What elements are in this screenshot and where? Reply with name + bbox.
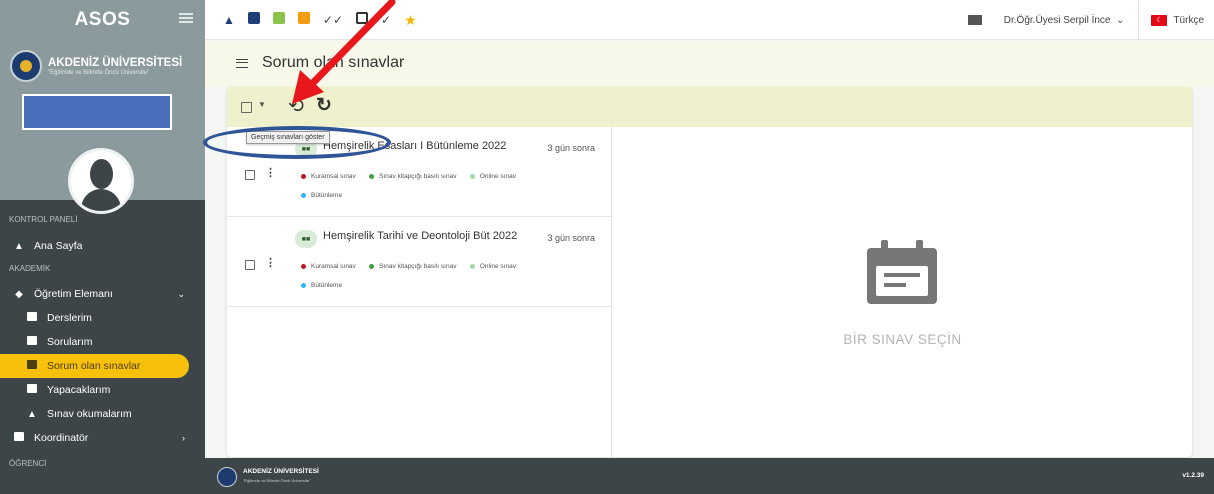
sidebar-item-exam-readings[interactable]: ▲ Sınav okumalarım <box>0 402 205 426</box>
calendar-icon <box>867 240 937 304</box>
section-control-panel: KONTROL PANELİ <box>9 215 78 224</box>
university-name: AKDENİZ ÜNİVERSİTESİ <box>48 56 183 69</box>
annotation-arrow-icon <box>292 0 396 104</box>
sidebar-item-label: Sorum olan sınavlar <box>47 360 141 372</box>
exam-tags: Kuramsal sınav Sınav kitapçığı basılı sı… <box>301 168 601 183</box>
exam-title[interactable]: Hemşirelik Tarihi ve Deontoloji Büt 2022 <box>323 230 517 242</box>
more-options-icon[interactable]: ⋮ <box>265 167 276 179</box>
question-icon <box>26 336 38 348</box>
menu-toggle-icon[interactable] <box>179 13 193 23</box>
exam-checkbox[interactable] <box>245 170 255 180</box>
sidebar-item-label: Sınav okumalarım <box>47 408 132 420</box>
chevron-right-icon: › <box>182 433 185 443</box>
tag-printed: Sınav kitapçığı basılı sınav <box>369 171 456 183</box>
sidebar-header: ASOS <box>0 0 205 40</box>
clipboard-icon <box>26 360 38 372</box>
bell-icon: ▲ <box>27 408 37 420</box>
empty-state-text: BİR SINAV SEÇİN <box>843 332 962 347</box>
tag-makeup: Bütünleme <box>301 190 342 202</box>
footer-logo-icon <box>217 467 237 487</box>
exam-date: 3 gün sonra <box>547 143 595 153</box>
check-square-icon <box>26 384 38 396</box>
tag-theoretical: Kuramsal sınav <box>301 171 356 183</box>
mail-icon[interactable] <box>967 15 982 25</box>
profile-panel: AKDENİZ ÜNİVERSİTESİ "Eğitimde ve Bilimd… <box>0 40 205 214</box>
tag-online: Online sınav <box>469 261 516 273</box>
footer: AKDENİZ ÜNİVERSİTESİ "Eğitimde ve Bilimd… <box>205 458 1214 494</box>
tag-theoretical: Kuramsal sınav <box>301 261 356 273</box>
sidebar-item-label: Sorularım <box>47 336 93 348</box>
university-logo-block: AKDENİZ ÜNİVERSİTESİ "Eğitimde ve Bilimd… <box>10 50 182 82</box>
exam-list: ■■ Hemşirelik Esasları I Bütünleme 2022 … <box>227 127 612 457</box>
exam-date: 3 gün sonra <box>547 233 595 243</box>
exam-type-icon: ■■ <box>295 230 317 248</box>
list-item[interactable]: ■■ Hemşirelik Tarihi ve Deontoloji Büt 2… <box>227 217 611 307</box>
sidebar-item-coordinator[interactable]: Koordinatör › <box>0 426 205 450</box>
footer-university-name: AKDENİZ ÜNİVERSİTESİ <box>243 468 319 475</box>
tag-online: Online sınav <box>469 171 516 183</box>
graduation-cap-icon: ◆ <box>15 288 23 300</box>
select-all-checkbox[interactable] <box>241 102 252 113</box>
exam-checkbox[interactable] <box>245 260 255 270</box>
sidebar-item-label: Koordinatör <box>34 432 89 444</box>
sidebar-item-faculty[interactable]: ◆ Öğretim Elemanı ⌄ <box>0 282 205 306</box>
university-slogan: "Eğitimde ve Bilimde Öncü Üniversite" <box>48 69 150 76</box>
sidebar-item-questions[interactable]: Sorularım <box>0 330 205 354</box>
version-label: v1.2.39 <box>1182 472 1204 479</box>
courses-icon[interactable] <box>247 12 260 27</box>
chevron-down-icon: ⌄ <box>177 288 185 299</box>
sidebar-item-todo[interactable]: Yapacaklarım <box>0 378 205 402</box>
exam-tags: Kuramsal sınav Sınav kitapçığı basılı sı… <box>301 258 601 273</box>
exam-detail-panel: BİR SINAV SEÇİN <box>613 127 1192 457</box>
tag-makeup: Bütünleme <box>301 280 342 292</box>
avatar[interactable] <box>68 148 134 214</box>
sidebar-item-label: Öğretim Elemanı <box>34 288 113 300</box>
select-dropdown-icon[interactable]: ▼ <box>258 100 266 109</box>
user-menu[interactable]: Dr.Öğr.Üyesi Serpil İnce ⌄ <box>1004 15 1125 26</box>
star-icon[interactable]: ★ <box>404 13 417 27</box>
home-icon: ▲ <box>14 240 24 252</box>
sidebar-item-courses[interactable]: Derslerim <box>0 306 205 330</box>
section-academic: AKADEMİK <box>9 264 51 273</box>
section-student: ÖĞRENCİ <box>9 459 47 468</box>
university-logo-icon <box>10 50 42 82</box>
sidebar: ASOS AKDENİZ ÜNİVERSİTESİ "Eğitimde ve B… <box>0 0 205 494</box>
footer-university-slogan: "Eğitimde ve Bilimde Öncü Üniversite" <box>243 478 311 483</box>
content-menu-icon[interactable] <box>236 59 248 68</box>
turkey-flag-icon: ☾ <box>1151 14 1168 26</box>
sidebar-item-home[interactable]: ▲ Ana Sayfa <box>0 234 205 258</box>
sidebar-item-my-exams[interactable]: Sorum olan sınavlar <box>0 354 189 378</box>
courses-icon <box>26 312 38 324</box>
profile-banner <box>22 94 172 130</box>
sidebar-item-label: Ana Sayfa <box>34 240 83 252</box>
language-selector[interactable]: Türkçe <box>1173 15 1204 26</box>
more-options-icon[interactable]: ⋮ <box>265 257 276 269</box>
sidebar-item-label: Yapacaklarım <box>47 384 111 396</box>
sidebar-item-label: Derslerim <box>47 312 92 324</box>
app-brand[interactable]: ASOS <box>75 9 131 31</box>
highlight-ellipse <box>203 126 391 159</box>
home-icon[interactable]: ▲ <box>223 13 235 27</box>
coordinator-icon <box>13 432 25 444</box>
tag-printed: Sınav kitapçığı basılı sınav <box>369 261 456 273</box>
